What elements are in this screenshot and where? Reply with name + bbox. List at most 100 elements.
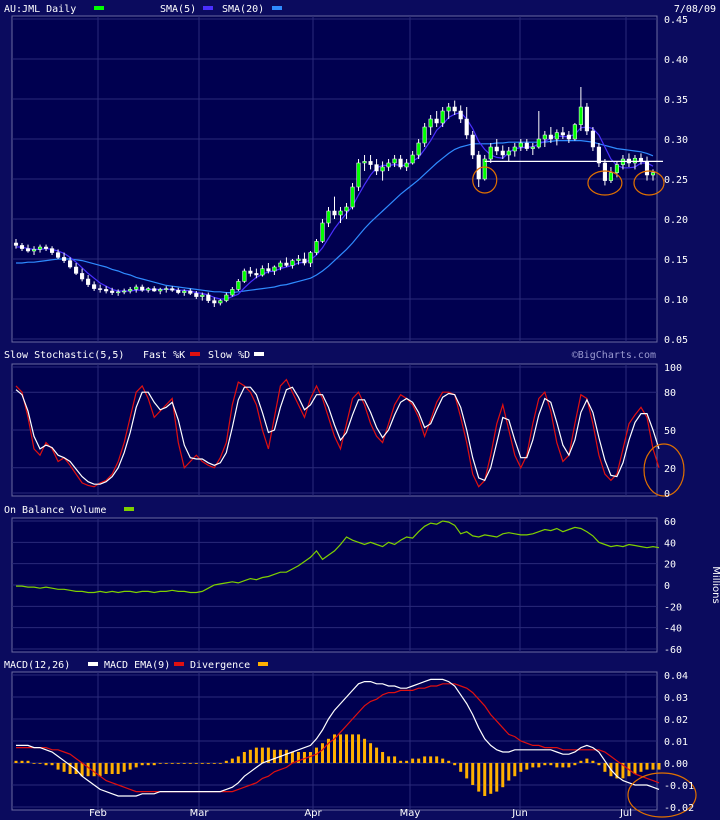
divergence-bar: [308, 752, 312, 763]
divergence-bar: [212, 763, 216, 764]
divergence-bar: [351, 734, 355, 763]
divergence-bar: [116, 763, 120, 774]
candle-body: [62, 257, 67, 261]
divergence-swatch: [258, 662, 268, 666]
candle-body: [43, 246, 49, 249]
candle-body: [86, 278, 91, 285]
obv-swatch: [124, 507, 134, 511]
divergence-bar: [302, 752, 306, 763]
divergence-bar: [543, 763, 547, 766]
obv-tick-label: -20: [664, 602, 682, 613]
divergence-bar: [639, 763, 643, 772]
divergence-bar: [597, 763, 601, 766]
divergence-bar: [38, 763, 42, 764]
divergence-bar: [465, 763, 469, 779]
divergence-bar: [62, 763, 66, 772]
candle-body: [524, 142, 529, 149]
divergence-bar: [260, 747, 264, 763]
candle-body: [632, 157, 638, 164]
divergence-bar: [555, 763, 559, 768]
candle-body: [296, 258, 301, 261]
candle-body: [308, 252, 313, 264]
candle-body: [80, 273, 85, 280]
divergence-bar: [98, 763, 102, 777]
sma5-label: SMA(5): [160, 4, 196, 15]
candle-body: [590, 130, 595, 148]
divergence-bar: [393, 756, 397, 763]
fastk-label: Fast %K: [143, 350, 185, 361]
candle-body: [314, 241, 319, 253]
divergence-bar: [206, 763, 210, 764]
macd-title: MACD(12,26): [4, 660, 70, 671]
divergence-bar: [152, 763, 156, 766]
divergence-bar: [284, 749, 288, 763]
candle-body: [37, 246, 43, 250]
month-label-apr: Apr: [304, 808, 322, 819]
candle-body: [512, 146, 517, 152]
price-tick-label: 0.20: [664, 215, 688, 226]
macd-tick-label: 0.04: [664, 671, 688, 682]
divergence-bar: [194, 763, 198, 764]
candle-body: [206, 294, 211, 301]
candle-body: [104, 289, 109, 292]
month-label-jun: Jun: [511, 808, 528, 819]
divergence-bar: [459, 763, 463, 772]
candle-body: [554, 132, 559, 140]
divergence-bar: [657, 763, 661, 770]
candle-body: [410, 154, 415, 164]
stoch-tick-label: 20: [664, 464, 676, 475]
candle-body: [92, 284, 97, 289]
divergence-bar: [471, 763, 475, 785]
candle-body: [302, 258, 307, 264]
divergence-bar: [645, 763, 649, 770]
divergence-bar: [651, 763, 655, 770]
candle-body: [140, 286, 145, 291]
divergence-bar: [32, 763, 36, 764]
divergence-bar: [146, 763, 150, 766]
candle-body: [164, 288, 169, 290]
divergence-bar: [507, 763, 511, 781]
stoch-tick-label: 80: [664, 388, 676, 399]
divergence-bar: [477, 763, 481, 792]
candle-body: [176, 289, 181, 293]
divergence-bar: [182, 763, 186, 764]
divergence-bar: [435, 756, 439, 763]
divergence-bar: [218, 763, 222, 764]
candle-body: [566, 134, 571, 140]
macd-tick-label: -0.01: [664, 781, 694, 792]
divergence-bar: [579, 760, 583, 763]
divergence-bar: [134, 763, 138, 768]
symbol-label: AU:JML Daily: [4, 4, 76, 15]
candle-body: [644, 161, 650, 176]
stoch-tick-label: 50: [664, 426, 676, 437]
candle-body: [476, 154, 481, 180]
divergence-bar: [86, 763, 90, 777]
sma20-swatch: [272, 6, 282, 10]
candle-body: [404, 162, 409, 168]
divergence-bar: [423, 756, 427, 763]
slowd-label: Slow %D: [208, 350, 250, 361]
candle-body: [596, 146, 601, 164]
macd-tick-label: -0.02: [664, 803, 694, 814]
divergence-bar: [230, 758, 234, 763]
divergence-bar: [513, 763, 517, 777]
price-tick-label: 0.45: [664, 15, 688, 26]
divergence-bar: [176, 763, 180, 764]
price-tick-label: 0.40: [664, 55, 688, 66]
divergence-bar: [242, 752, 246, 763]
candle-body: [230, 289, 235, 296]
candle-body: [380, 166, 385, 172]
divergence-bar: [164, 763, 168, 764]
month-label-jul: Jul: [619, 808, 632, 819]
candle-body: [182, 290, 187, 293]
candle-body: [56, 252, 61, 258]
candle-body: [332, 210, 337, 216]
divergence-bar: [272, 749, 276, 763]
obv-tick-label: -60: [664, 645, 682, 656]
macd-swatch: [88, 662, 98, 666]
candle-body: [278, 262, 283, 268]
divergence-bar: [345, 734, 349, 763]
obv-title: On Balance Volume: [4, 505, 106, 516]
divergence-bar: [357, 734, 361, 763]
obv-tick-label: 60: [664, 517, 676, 528]
